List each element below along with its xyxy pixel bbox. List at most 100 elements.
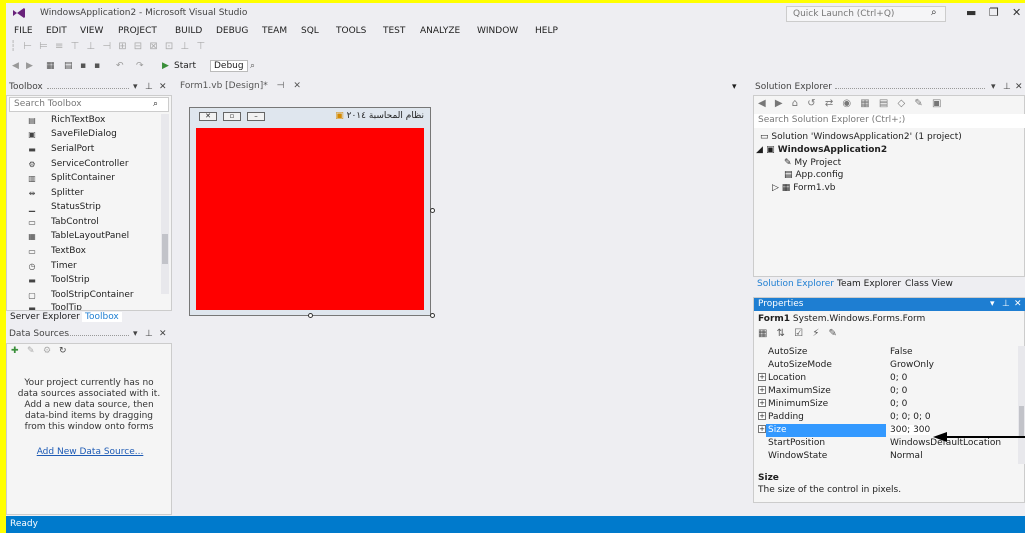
edit-dataset-icon[interactable]: ✎ [27, 346, 35, 356]
new-project-icon[interactable]: ▦ [46, 61, 55, 71]
expand-icon[interactable]: + [758, 425, 766, 433]
redo-icon[interactable]: ↷ [136, 61, 144, 71]
menu-build[interactable]: BUILD [175, 26, 202, 36]
pin-icon[interactable]: ⊥ [145, 82, 153, 92]
my-project-node[interactable]: ✎ My Project [784, 158, 841, 168]
toolbox-item[interactable]: ▭ TabControl [9, 216, 159, 230]
close-button[interactable]: ✕ [1012, 6, 1021, 19]
menu-tools[interactable]: TOOLS [336, 26, 366, 36]
menu-edit[interactable]: EDIT [46, 26, 67, 36]
pin-icon[interactable]: ⊣ [277, 81, 285, 91]
restore-button[interactable]: ❐ [989, 6, 999, 19]
find-icon[interactable]: ⌕ [250, 61, 255, 71]
menu-sql[interactable]: SQL [301, 26, 319, 36]
toolbox-scrollbar[interactable] [161, 114, 169, 294]
tab-form1-design[interactable]: Form1.vb [Design]* ⊣ ✕ [176, 80, 305, 96]
toolbox-item[interactable]: ▣ SaveFileDialog [9, 128, 159, 142]
minimize-button[interactable]: ▬ [966, 6, 976, 19]
form-client-area[interactable] [196, 128, 424, 310]
project-node[interactable]: ◢ ▣ WindowsApplication2 [756, 145, 887, 155]
resize-handle-right[interactable] [430, 208, 435, 213]
search-icon[interactable]: ⌕ [931, 7, 937, 18]
toolbox-item[interactable]: ▬ SerialPort [9, 143, 159, 157]
menu-view[interactable]: VIEW [80, 26, 103, 36]
solution-config-select[interactable]: Debug [210, 60, 248, 72]
toolbox-search-input[interactable]: Search Toolbox [9, 97, 169, 112]
property-row[interactable]: + MinimumSize 0; 0 [754, 398, 1018, 411]
tab-close-icon[interactable]: ✕ [293, 81, 301, 91]
pane-close-icon[interactable]: ✕ [159, 82, 167, 92]
layout-toolbar[interactable]: ┆ ⊢ ⊨ ≡ ⊤ ⊥ ⊣ ⊞ ⊟ ⊠ ⊡ ⊥ ⊤ [6, 41, 406, 58]
save-all-icon[interactable]: ▪ [94, 61, 100, 71]
properties-scrollbar[interactable] [1018, 346, 1025, 464]
property-row[interactable]: WindowState Normal [754, 450, 1018, 463]
property-row[interactable]: AutoSizeMode GrowOnly [754, 359, 1018, 372]
properties-toolbar[interactable]: ▦ ⇅ ☑ ⚡ ✎ [758, 328, 840, 339]
pane-dropdown-icon[interactable]: ▾ [133, 82, 138, 92]
toolbox-item[interactable]: ▁ StatusStrip [9, 201, 159, 215]
menu-help[interactable]: HELP [535, 26, 558, 36]
toolbox-item[interactable]: ▥ SplitContainer [9, 172, 159, 186]
add-data-source-icon[interactable]: ✚ [11, 346, 19, 356]
start-icon[interactable]: ▶ [162, 61, 169, 71]
app-config-node[interactable]: ▤ App.config [784, 170, 843, 180]
configure-icon[interactable]: ⚙ [43, 346, 51, 356]
resize-handle-bottom[interactable] [308, 313, 313, 318]
back-icon[interactable]: ◀ [12, 61, 19, 71]
pane-dropdown-icon[interactable]: ▾ [133, 329, 138, 339]
pin-icon[interactable]: ⊥ [1003, 82, 1011, 92]
pane-dropdown-icon[interactable]: ▾ [990, 299, 995, 309]
toolbox-item[interactable]: ⚙ ServiceController [9, 158, 159, 172]
pane-close-icon[interactable]: ✕ [1015, 82, 1023, 92]
toolbox-item[interactable]: ▬ ToolStrip [9, 274, 159, 288]
add-new-data-source-link[interactable]: Add New Data Source... [7, 447, 173, 457]
solution-explorer-toolbar[interactable]: ◀ ▶ ⌂ ↺ ⇄ ◉ ▦ ▤ ◇ ✎ ▣ [758, 98, 944, 109]
menu-window[interactable]: WINDOW [477, 26, 518, 36]
pin-icon[interactable]: ⊥ [145, 329, 153, 339]
menu-project[interactable]: PROJECT [118, 26, 157, 36]
pane-dropdown-icon[interactable]: ▾ [991, 82, 996, 92]
menu-team[interactable]: TEAM [262, 26, 287, 36]
menu-analyze[interactable]: ANALYZE [420, 26, 460, 36]
expand-icon[interactable]: + [758, 412, 766, 420]
expand-icon[interactable]: + [758, 386, 766, 394]
form1-window[interactable]: ✕ ▫ – نظام المحاسبة ٢٠١٤ ▣ [189, 107, 431, 316]
open-icon[interactable]: ▤ [64, 61, 73, 71]
property-row[interactable]: + MaximumSize 0; 0 [754, 385, 1018, 398]
form1-node[interactable]: ▷ ▦ Form1.vb [772, 183, 836, 193]
toolbox-item[interactable]: ▦ TableLayoutPanel [9, 230, 159, 244]
menu-debug[interactable]: DEBUG [216, 26, 248, 36]
tab-server-explorer[interactable]: Server Explorer [10, 312, 80, 322]
toolbox-item[interactable]: ▢ ToolStripContainer [9, 289, 159, 303]
solution-search-input[interactable]: Search Solution Explorer (Ctrl+;) [754, 114, 1025, 128]
resize-handle-corner[interactable] [430, 313, 435, 318]
refresh-icon[interactable]: ↻ [59, 346, 67, 356]
undo-icon[interactable]: ↶ [116, 61, 124, 71]
tab-solution-explorer[interactable]: Solution Explorer [757, 279, 834, 289]
tab-class-view[interactable]: Class View [905, 279, 953, 289]
search-icon[interactable]: ⌕ [153, 99, 158, 109]
pane-close-icon[interactable]: ✕ [159, 329, 167, 339]
object-selector[interactable]: Form1 System.Windows.Forms.Form [758, 314, 925, 324]
pane-close-icon[interactable]: ✕ [1014, 299, 1022, 309]
menu-file[interactable]: FILE [14, 26, 33, 36]
save-icon[interactable]: ▪ [80, 61, 86, 71]
tab-toolbox[interactable]: Toolbox [82, 312, 122, 322]
expand-icon[interactable]: + [758, 373, 766, 381]
start-button[interactable]: Start [174, 61, 196, 71]
forward-icon[interactable]: ▶ [26, 61, 33, 71]
expand-icon[interactable]: + [758, 399, 766, 407]
toolbox-item[interactable]: ▤ RichTextBox [9, 114, 159, 128]
solution-node[interactable]: ▭ Solution 'WindowsApplication2' (1 proj… [760, 132, 962, 142]
pin-icon[interactable]: ⊥ [1002, 299, 1010, 309]
tab-overflow-icon[interactable]: ▾ [732, 82, 737, 92]
property-row[interactable]: + Location 0; 0 [754, 372, 1018, 385]
toolbox-item[interactable]: ▭ TextBox [9, 245, 159, 259]
property-row[interactable]: + Padding 0; 0; 0; 0 [754, 411, 1018, 424]
quick-launch-input[interactable]: Quick Launch (Ctrl+Q) [786, 6, 946, 22]
menu-test[interactable]: TEST [383, 26, 405, 36]
toolbox-item[interactable]: ◷ Timer [9, 260, 159, 274]
toolbox-item[interactable]: ⇹ Splitter [9, 187, 159, 201]
property-row[interactable]: AutoSize False [754, 346, 1018, 359]
tab-team-explorer[interactable]: Team Explorer [837, 279, 901, 289]
